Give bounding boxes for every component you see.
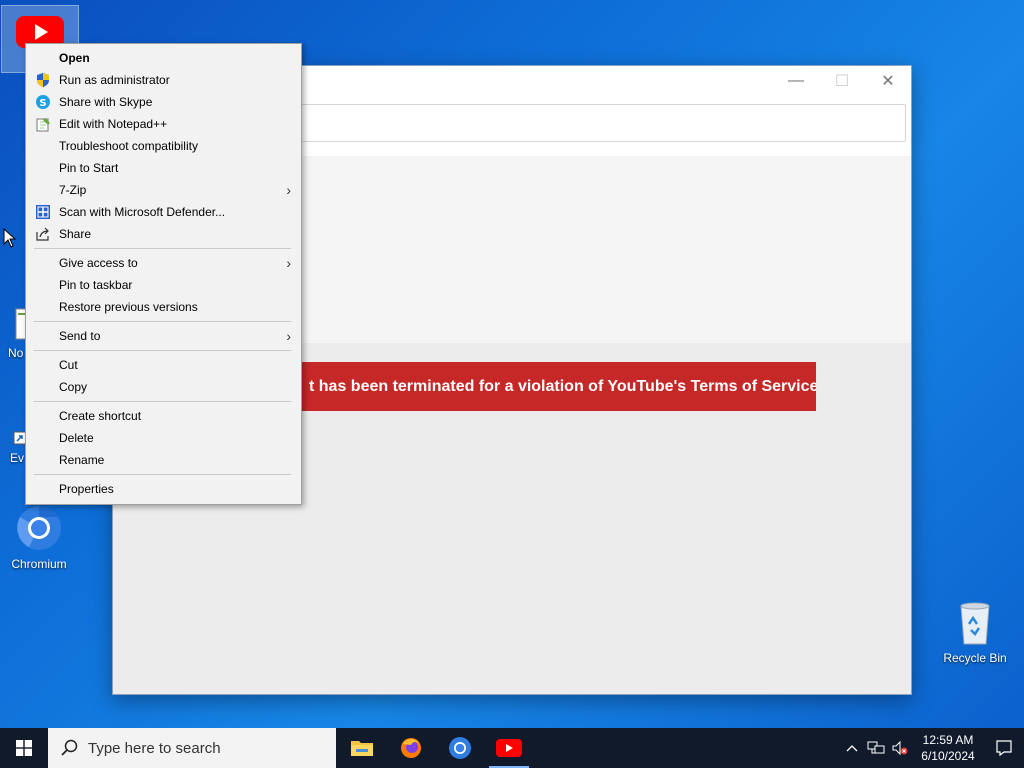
menu-item-label: Troubleshoot compatibility xyxy=(59,139,198,153)
menu-item-label: Pin to Start xyxy=(59,161,119,175)
menu-item-edit-with-notepadpp[interactable]: Edit with Notepad++ xyxy=(26,113,301,135)
menu-item-label: Cut xyxy=(59,358,78,372)
menu-item-create-shortcut[interactable]: Create shortcut xyxy=(26,405,301,427)
show-hidden-icons-button[interactable] xyxy=(840,728,864,768)
taskbar-search-input[interactable]: Type here to search xyxy=(48,728,336,768)
menu-item-label: Pin to taskbar xyxy=(59,278,133,292)
search-icon xyxy=(61,739,78,756)
chevron-right-icon: › xyxy=(286,255,291,271)
chromium-icon xyxy=(449,737,471,759)
action-center-button[interactable] xyxy=(984,728,1024,768)
start-button[interactable] xyxy=(0,728,48,768)
desktop-icon-label: Chromium xyxy=(11,557,67,571)
desktop-icon-recycle-bin[interactable]: Recycle Bin xyxy=(937,600,1013,670)
taskbar-file-explorer[interactable] xyxy=(338,728,386,768)
menu-item-label: Restore previous versions xyxy=(59,300,198,314)
menu-separator xyxy=(34,350,291,351)
youtube-icon xyxy=(496,739,522,757)
defender-icon xyxy=(36,205,50,219)
system-tray: 12:59 AM 6/10/2024 xyxy=(840,728,1024,768)
network-icon xyxy=(867,741,885,754)
menu-item-properties[interactable]: Properties xyxy=(26,478,301,500)
chevron-right-icon: › xyxy=(286,182,291,198)
maximize-button[interactable]: ☐ xyxy=(819,66,865,96)
menu-item-share[interactable]: Share xyxy=(26,223,301,245)
desktop-icon-chromium[interactable]: Chromium xyxy=(1,504,77,571)
menu-item-label: Give access to xyxy=(59,256,138,270)
menu-item-label: Rename xyxy=(59,453,105,467)
menu-item-copy[interactable]: Copy xyxy=(26,376,301,398)
taskbar-youtube[interactable] xyxy=(485,728,533,768)
menu-item-send-to[interactable]: Send to › xyxy=(26,325,301,347)
uac-shield-icon xyxy=(37,73,49,87)
menu-item-label: Share with Skype xyxy=(59,95,153,109)
menu-item-delete[interactable]: Delete xyxy=(26,427,301,449)
menu-separator xyxy=(34,474,291,475)
menu-item-label: Copy xyxy=(59,380,88,394)
chevron-right-icon: › xyxy=(286,328,291,344)
mouse-cursor-icon xyxy=(3,228,17,248)
menu-item-share-with-skype[interactable]: S Share with Skype xyxy=(26,91,301,113)
menu-item-label: Delete xyxy=(59,431,94,445)
menu-item-label: Open xyxy=(59,51,90,65)
skype-icon: S xyxy=(36,95,50,109)
menu-item-label: Run as administrator xyxy=(59,73,170,87)
menu-item-label: 7-Zip xyxy=(59,183,87,197)
folder-icon xyxy=(351,741,373,756)
menu-item-label: Create shortcut xyxy=(59,409,142,423)
menu-separator xyxy=(34,321,291,322)
svg-text:S: S xyxy=(39,98,46,109)
clock-time: 12:59 AM xyxy=(922,733,974,747)
menu-item-pin-to-start[interactable]: Pin to Start xyxy=(26,157,301,179)
menu-item-label: Scan with Microsoft Defender... xyxy=(59,205,226,219)
window-controls: — ☐ ✕ xyxy=(773,66,911,96)
menu-item-label: Share xyxy=(59,227,92,241)
close-button[interactable]: ✕ xyxy=(865,66,911,96)
menu-item-scan-with-defender[interactable]: Scan with Microsoft Defender... xyxy=(26,201,301,223)
taskbar-firefox[interactable] xyxy=(387,728,435,768)
menu-item-open[interactable]: Open xyxy=(26,47,301,69)
clock-date: 6/10/2024 xyxy=(921,749,975,763)
share-icon xyxy=(36,227,49,241)
menu-item-rename[interactable]: Rename xyxy=(26,449,301,471)
taskbar-clock[interactable]: 12:59 AM 6/10/2024 xyxy=(912,732,984,764)
menu-item-label: Send to xyxy=(59,329,101,343)
menu-item-7zip[interactable]: 7-Zip › xyxy=(26,179,301,201)
windows-logo-icon xyxy=(16,740,32,756)
menu-item-pin-to-taskbar[interactable]: Pin to taskbar xyxy=(26,274,301,296)
notification-icon xyxy=(996,740,1012,757)
notepadpp-icon xyxy=(36,118,50,132)
menu-item-label: Edit with Notepad++ xyxy=(59,117,168,131)
context-menu: Open Run as administrator S Share with S… xyxy=(25,43,302,505)
menu-item-cut[interactable]: Cut xyxy=(26,354,301,376)
volume-muted-icon xyxy=(892,740,908,756)
desktop-icon-label: Recycle Bin xyxy=(943,651,1007,665)
menu-item-restore-previous-versions[interactable]: Restore previous versions xyxy=(26,296,301,318)
menu-separator xyxy=(34,401,291,402)
volume-icon-button[interactable] xyxy=(888,728,912,768)
taskbar: Type here to search 12:59 AM 6/10/2024 xyxy=(0,728,1024,768)
menu-item-troubleshoot-compatibility[interactable]: Troubleshoot compatibility xyxy=(26,135,301,157)
recycle-bin-icon xyxy=(960,602,990,645)
chevron-up-icon xyxy=(846,745,858,752)
menu-item-give-access-to[interactable]: Give access to › xyxy=(26,252,301,274)
firefox-icon xyxy=(401,738,421,758)
network-icon-button[interactable] xyxy=(864,728,888,768)
taskbar-chromium[interactable] xyxy=(436,728,484,768)
menu-item-run-as-administrator[interactable]: Run as administrator xyxy=(26,69,301,91)
menu-item-label: Properties xyxy=(59,482,114,496)
search-placeholder: Type here to search xyxy=(88,739,221,757)
minimize-button[interactable]: — xyxy=(773,66,819,96)
menu-separator xyxy=(34,248,291,249)
chromium-icon xyxy=(17,506,61,550)
